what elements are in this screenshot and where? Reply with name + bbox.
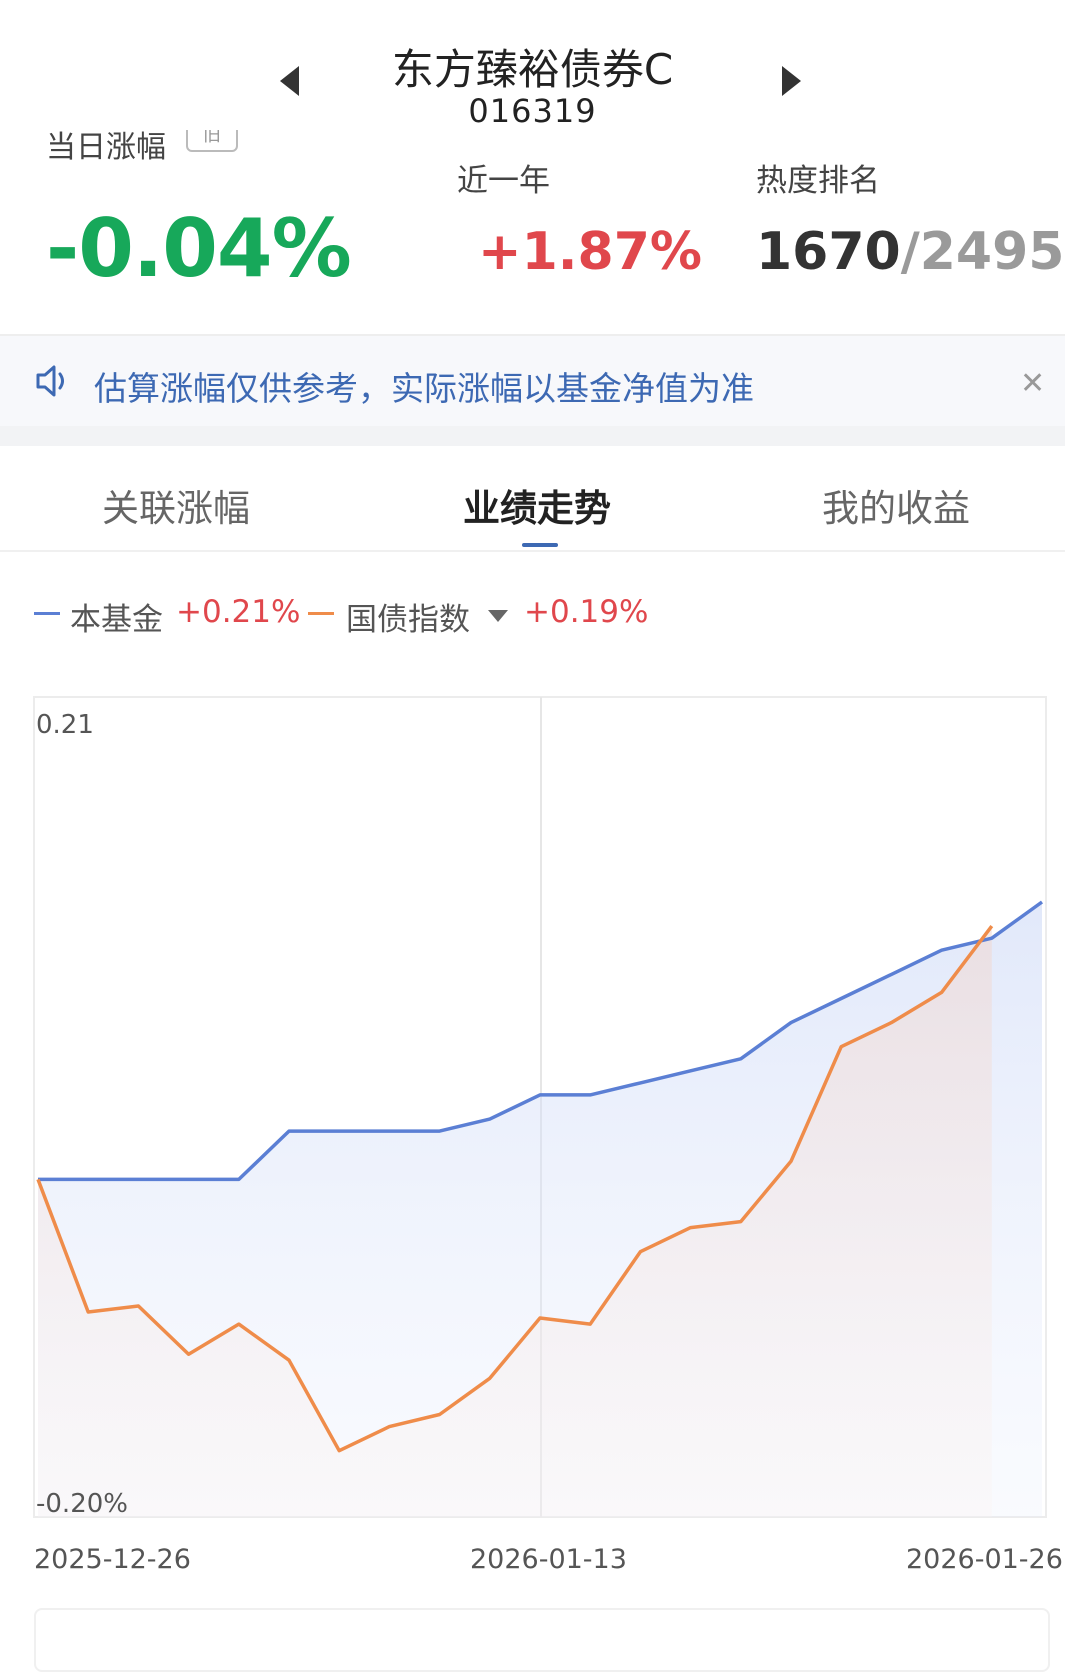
fund-header: 东方臻裕债券C 016319 <box>0 0 1065 140</box>
fund-stats: 当日涨幅 旧 -0.04% 近一年 +1.87% 热度排名 1670/24959 <box>0 130 1065 335</box>
notice-text: 估算涨幅仅供参考，实际涨幅以基金净值为准 <box>94 369 754 408</box>
x-tick-mid: 2026-01-13 <box>470 1544 627 1575</box>
close-icon[interactable]: ✕ <box>1020 366 1045 401</box>
tab-my-earnings[interactable]: 我的收益 <box>822 478 970 532</box>
chart-legend: 本基金 +0.21% 国债指数 +0.19% <box>0 590 1065 640</box>
index-legend-label[interactable]: 国债指数 <box>346 594 470 639</box>
active-tab-indicator <box>522 543 558 547</box>
fund-legend-value: +0.21% <box>176 594 301 630</box>
fund-legend-label: 本基金 <box>70 602 163 638</box>
x-tick-end: 2026-01-26 <box>906 1544 1063 1575</box>
fund-legend-swatch <box>34 612 60 615</box>
fund-code: 016319 <box>468 92 597 130</box>
daily-change-label: 当日涨幅 <box>46 130 166 165</box>
daily-badge: 旧 <box>186 130 238 152</box>
year-change-label: 近一年 <box>457 163 550 199</box>
next-fund-arrow-icon[interactable] <box>782 66 801 96</box>
tab-bar: 关联涨幅 业绩走势 我的收益 <box>0 446 1065 552</box>
x-tick-start: 2025-12-26 <box>34 1544 191 1575</box>
next-card <box>34 1608 1050 1672</box>
speaker-icon <box>36 365 64 397</box>
section-gap <box>0 426 1065 446</box>
fund-name: 东方臻裕债券C <box>391 45 674 94</box>
y-tick-top: 0.21 <box>36 710 94 740</box>
performance-chart[interactable]: 0.21 -0.20% <box>0 680 1065 1520</box>
rank-value: 1670/24959 <box>756 222 1065 282</box>
notice-banner: 估算涨幅仅供参考，实际涨幅以基金净值为准 ✕ <box>0 336 1065 426</box>
rank-label: 热度排名 <box>756 163 880 199</box>
daily-change-value: -0.04% <box>46 202 352 295</box>
tab-performance-trend[interactable]: 业绩走势 <box>463 478 611 532</box>
index-legend-swatch <box>308 612 334 615</box>
index-legend-value: +0.19% <box>524 594 649 630</box>
y-tick-bottom: -0.20% <box>36 1489 128 1519</box>
rank-total: /24959 <box>900 222 1065 282</box>
tab-related-change[interactable]: 关联涨幅 <box>102 478 250 532</box>
chevron-down-icon[interactable] <box>488 610 508 622</box>
rank-number: 1670 <box>756 222 901 282</box>
year-change-value: +1.87% <box>478 222 702 282</box>
